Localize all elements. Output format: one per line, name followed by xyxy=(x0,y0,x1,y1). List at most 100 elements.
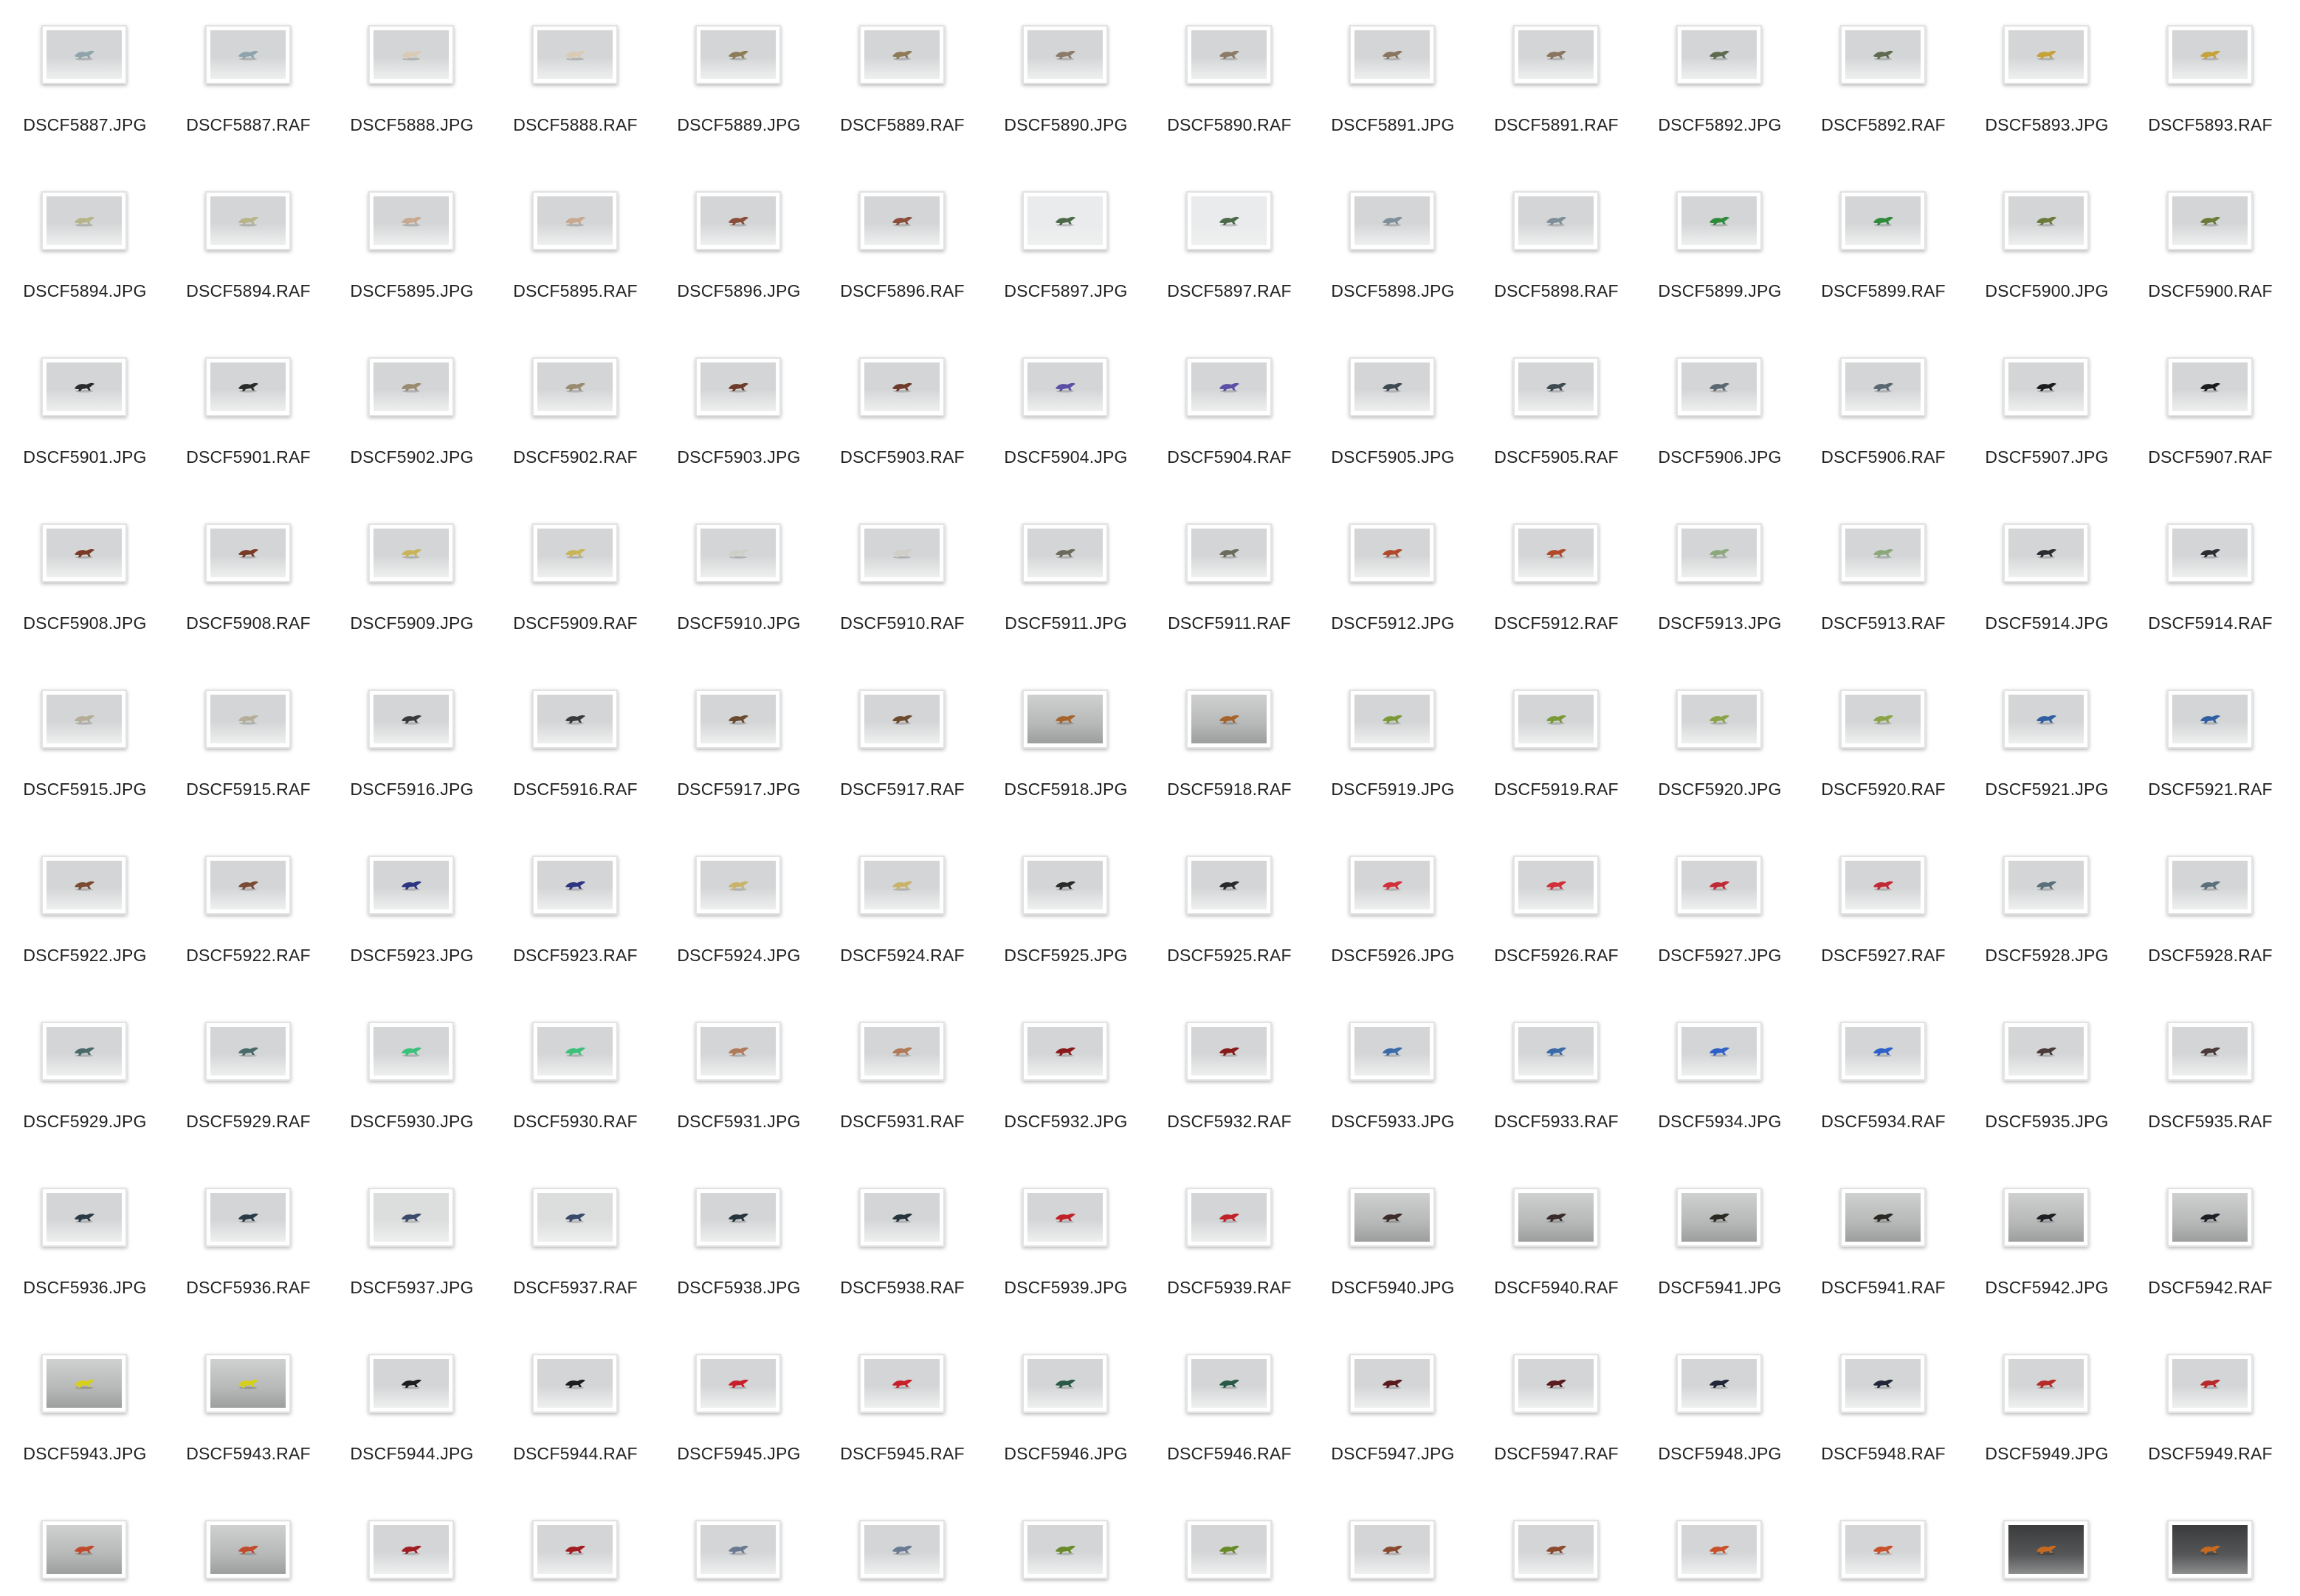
file-item[interactable] xyxy=(1148,1495,1312,1596)
file-thumbnail[interactable] xyxy=(1512,1188,1599,1247)
file-thumbnail[interactable] xyxy=(2003,1022,2089,1081)
file-name-label[interactable]: DSCF5901.JPG xyxy=(3,447,167,467)
file-thumbnail[interactable] xyxy=(2166,191,2253,250)
file-name-label[interactable]: DSCF5896.JPG xyxy=(657,281,821,301)
file-name-label[interactable]: DSCF5887.RAF xyxy=(167,115,331,135)
file-item[interactable]: DSCF5896.JPG xyxy=(657,166,821,332)
file-thumbnail[interactable] xyxy=(695,1022,781,1081)
file-thumbnail[interactable] xyxy=(41,1520,127,1579)
file-thumbnail[interactable] xyxy=(858,523,945,582)
file-item[interactable]: DSCF5903.JPG xyxy=(657,332,821,498)
file-name-label[interactable]: DSCF5909.RAF xyxy=(494,613,658,633)
file-item[interactable]: DSCF5932.RAF xyxy=(1148,997,1312,1163)
file-thumbnail[interactable] xyxy=(204,1354,291,1413)
file-item[interactable]: DSCF5912.JPG xyxy=(1311,498,1475,664)
file-thumbnail[interactable] xyxy=(1022,689,1108,749)
file-name-label[interactable]: DSCF5945.RAF xyxy=(821,1444,985,1464)
file-name-label[interactable]: DSCF5902.RAF xyxy=(494,447,658,467)
file-item[interactable]: DSCF5936.RAF xyxy=(167,1163,331,1329)
file-item[interactable] xyxy=(494,1495,658,1596)
file-item[interactable]: DSCF5943.JPG xyxy=(3,1329,167,1495)
file-name-label[interactable]: DSCF5925.RAF xyxy=(1148,946,1312,966)
file-item[interactable]: DSCF5926.RAF xyxy=(1475,830,1639,997)
file-item[interactable]: DSCF5911.JPG xyxy=(984,498,1148,664)
file-thumbnail[interactable] xyxy=(858,689,945,749)
file-name-label[interactable]: DSCF5916.RAF xyxy=(494,780,658,799)
file-thumbnail[interactable] xyxy=(1349,1354,1435,1413)
file-item[interactable]: DSCF5946.RAF xyxy=(1148,1329,1312,1495)
file-thumbnail[interactable] xyxy=(41,191,127,250)
file-thumbnail[interactable] xyxy=(368,1354,454,1413)
file-name-label[interactable]: DSCF5905.RAF xyxy=(1475,447,1639,467)
file-name-label[interactable]: DSCF5926.JPG xyxy=(1311,946,1475,966)
file-thumbnail[interactable] xyxy=(1512,1354,1599,1413)
file-thumbnail[interactable] xyxy=(1185,1520,1272,1579)
file-thumbnail[interactable] xyxy=(204,689,291,749)
file-name-label[interactable]: DSCF5927.RAF xyxy=(1802,946,1966,966)
file-name-label[interactable]: DSCF5921.RAF xyxy=(2129,780,2293,799)
file-thumbnail[interactable] xyxy=(1839,1354,1926,1413)
file-thumbnail[interactable] xyxy=(2166,1188,2253,1247)
file-name-label[interactable]: DSCF5946.RAF xyxy=(1148,1444,1312,1464)
file-item[interactable]: DSCF5934.JPG xyxy=(1638,997,1802,1163)
file-item[interactable]: DSCF5895.JPG xyxy=(330,166,494,332)
file-item[interactable]: DSCF5927.JPG xyxy=(1638,830,1802,997)
file-item[interactable]: DSCF5938.RAF xyxy=(821,1163,985,1329)
file-thumbnail[interactable] xyxy=(1022,357,1108,416)
file-item[interactable]: DSCF5941.RAF xyxy=(1802,1163,1966,1329)
file-item[interactable]: DSCF5921.RAF xyxy=(2129,664,2293,830)
file-item[interactable]: DSCF5906.RAF xyxy=(1802,332,1966,498)
file-item[interactable]: DSCF5937.RAF xyxy=(494,1163,658,1329)
file-thumbnail[interactable] xyxy=(41,523,127,582)
file-item[interactable] xyxy=(821,1495,985,1596)
file-name-label[interactable]: DSCF5939.RAF xyxy=(1148,1278,1312,1298)
file-name-label[interactable]: DSCF5932.JPG xyxy=(984,1112,1148,1132)
file-name-label[interactable]: DSCF5902.JPG xyxy=(330,447,494,467)
file-item[interactable]: DSCF5930.RAF xyxy=(494,997,658,1163)
file-item[interactable] xyxy=(2129,1495,2293,1596)
file-name-label[interactable]: DSCF5907.RAF xyxy=(2129,447,2293,467)
file-thumbnail[interactable] xyxy=(368,1022,454,1081)
file-item[interactable]: DSCF5893.JPG xyxy=(1965,0,2129,166)
file-name-label[interactable]: DSCF5930.RAF xyxy=(494,1112,658,1132)
file-item[interactable]: DSCF5944.JPG xyxy=(330,1329,494,1495)
file-thumbnail[interactable] xyxy=(1349,1188,1435,1247)
file-thumbnail[interactable] xyxy=(531,1022,618,1081)
file-thumbnail[interactable] xyxy=(1839,1022,1926,1081)
file-thumbnail[interactable] xyxy=(1022,191,1108,250)
file-name-label[interactable]: DSCF5891.RAF xyxy=(1475,115,1639,135)
file-name-label[interactable]: DSCF5912.JPG xyxy=(1311,613,1475,633)
file-item[interactable]: DSCF5918.JPG xyxy=(984,664,1148,830)
file-name-label[interactable]: DSCF5937.JPG xyxy=(330,1278,494,1298)
file-thumbnail[interactable] xyxy=(2166,1022,2253,1081)
file-thumbnail[interactable] xyxy=(368,191,454,250)
file-item[interactable]: DSCF5891.JPG xyxy=(1311,0,1475,166)
file-name-label[interactable]: DSCF5944.RAF xyxy=(494,1444,658,1464)
file-thumbnail[interactable] xyxy=(1185,357,1272,416)
file-name-label[interactable]: DSCF5906.RAF xyxy=(1802,447,1966,467)
file-name-label[interactable]: DSCF5916.JPG xyxy=(330,780,494,799)
file-item[interactable]: DSCF5915.JPG xyxy=(3,664,167,830)
file-thumbnail[interactable] xyxy=(1512,191,1599,250)
file-name-label[interactable]: DSCF5904.RAF xyxy=(1148,447,1312,467)
file-item[interactable]: DSCF5907.JPG xyxy=(1965,332,2129,498)
file-item[interactable]: DSCF5891.RAF xyxy=(1475,0,1639,166)
file-item[interactable]: DSCF5894.JPG xyxy=(3,166,167,332)
file-name-label[interactable]: DSCF5942.JPG xyxy=(1965,1278,2129,1298)
file-item[interactable]: DSCF5943.RAF xyxy=(167,1329,331,1495)
file-item[interactable]: DSCF5890.RAF xyxy=(1148,0,1312,166)
file-item[interactable]: DSCF5906.JPG xyxy=(1638,332,1802,498)
file-name-label[interactable]: DSCF5934.RAF xyxy=(1802,1112,1966,1132)
file-item[interactable]: DSCF5900.JPG xyxy=(1965,166,2129,332)
file-name-label[interactable]: DSCF5926.RAF xyxy=(1475,946,1639,966)
file-name-label[interactable]: DSCF5897.JPG xyxy=(984,281,1148,301)
file-item[interactable]: DSCF5925.JPG xyxy=(984,830,1148,997)
file-item[interactable]: DSCF5945.RAF xyxy=(821,1329,985,1495)
file-item[interactable]: DSCF5908.RAF xyxy=(167,498,331,664)
file-name-label[interactable]: DSCF5892.JPG xyxy=(1638,115,1802,135)
file-name-label[interactable]: DSCF5912.RAF xyxy=(1475,613,1639,633)
file-thumbnail[interactable] xyxy=(204,523,291,582)
file-name-label[interactable]: DSCF5925.JPG xyxy=(984,946,1148,966)
file-thumbnail[interactable] xyxy=(368,523,454,582)
file-name-label[interactable]: DSCF5918.RAF xyxy=(1148,780,1312,799)
